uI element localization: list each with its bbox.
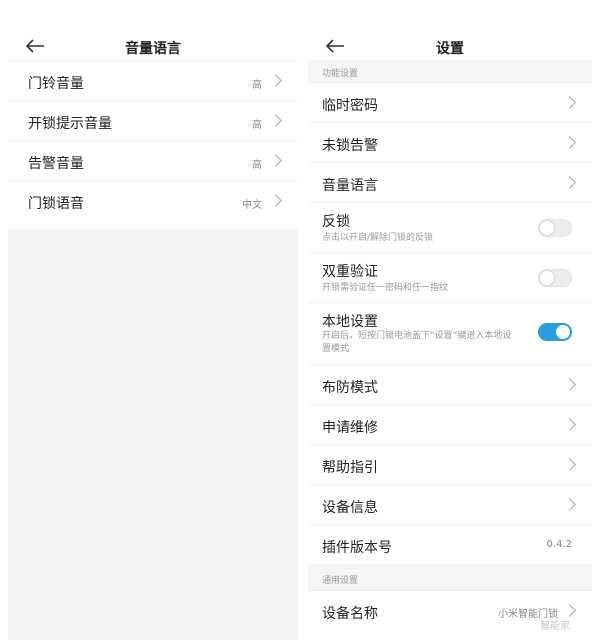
item-label: 开锁提示音量: [28, 116, 112, 132]
chevron-right-icon: [269, 154, 282, 167]
item-label: 申请维修: [322, 420, 378, 436]
item-value: 高: [252, 120, 262, 131]
chevron-right-icon: [563, 498, 576, 511]
item-label: 门铃音量: [28, 76, 84, 92]
header: 音量语言: [8, 0, 298, 60]
version-value: 0.4.2: [546, 539, 572, 550]
item-label: 本地设置: [322, 314, 378, 330]
item-label: 设备名称: [322, 606, 378, 622]
item-description: 开启后，短按门锁电池盖下“设置”键进入本地设置模式: [322, 331, 512, 354]
page-title: 音量语言: [125, 41, 181, 57]
chevron-right-icon: [269, 114, 282, 127]
section-label: 功能设置: [322, 69, 359, 79]
unlocked-alarm-item[interactable]: 未锁告警: [308, 122, 592, 162]
plugin-version-item: 插件版本号 0.4.2: [308, 524, 592, 564]
toggle-knob: [540, 271, 554, 285]
item-value: 高: [252, 160, 262, 171]
section-label: 通用设置: [322, 576, 359, 586]
anti-lock-item: 反锁 点击以开启/解除门锁的反锁: [308, 202, 592, 252]
item-label: 布防模式: [322, 380, 378, 396]
device-info-item[interactable]: 设备信息: [308, 484, 592, 524]
page-title: 设置: [436, 41, 464, 57]
section-header-function: 功能设置: [308, 60, 592, 82]
unlock-prompt-volume-item[interactable]: 开锁提示音量 高: [8, 100, 298, 140]
item-description: 开锁需验证任一密码和任一指纹: [322, 283, 449, 293]
item-description: 点击以开启/解除门锁的反锁: [322, 233, 434, 243]
item-label: 未锁告警: [322, 138, 378, 154]
item-label: 双重验证: [322, 264, 378, 280]
chevron-right-icon: [269, 74, 282, 87]
chevron-right-icon: [563, 176, 576, 189]
volume-language-screen: 音量语言 门铃音量 高 开锁提示音量 高 告警音量 高 门锁语音 中文: [8, 0, 298, 640]
local-settings-item: 本地设置 开启后，短按门锁电池盖下“设置”键进入本地设置模式: [308, 302, 592, 364]
repair-request-item[interactable]: 申请维修: [308, 404, 592, 444]
lock-voice-language-item[interactable]: 门锁语音 中文: [8, 180, 298, 220]
section-header-general: 通用设置: [308, 564, 592, 590]
chevron-right-icon: [563, 96, 576, 109]
item-label: 设备信息: [322, 500, 378, 516]
item-label: 门锁语音: [28, 196, 84, 212]
header: 设置: [308, 0, 592, 60]
chevron-right-icon: [269, 194, 282, 207]
screenshot-stage: 音量语言 门铃音量 高 开锁提示音量 高 告警音量 高 门锁语音 中文 设置 功…: [0, 0, 600, 640]
chevron-right-icon: [563, 136, 576, 149]
anti-lock-toggle[interactable]: [538, 219, 572, 237]
help-guide-item[interactable]: 帮助指引: [308, 444, 592, 484]
settings-screen: 设置 功能设置 临时密码 未锁告警 音量语言 反锁 点击以开启/解除门锁的反锁 …: [308, 0, 592, 640]
empty-background: [8, 229, 298, 640]
temp-password-item[interactable]: 临时密码: [308, 82, 592, 122]
item-value: 高: [252, 80, 262, 91]
chevron-right-icon: [563, 418, 576, 431]
doorbell-volume-item[interactable]: 门铃音量 高: [8, 60, 298, 100]
watermark: 智能家: [540, 621, 570, 632]
item-label: 插件版本号: [322, 540, 392, 556]
chevron-right-icon: [563, 604, 576, 617]
dual-verify-item: 双重验证 开锁需验证任一密码和任一指纹: [308, 252, 592, 302]
arming-mode-item[interactable]: 布防模式: [308, 364, 592, 404]
item-label: 临时密码: [322, 98, 378, 114]
item-label: 告警音量: [28, 156, 84, 172]
toggle-knob: [540, 221, 554, 235]
toggle-knob: [556, 325, 570, 339]
dual-verify-toggle[interactable]: [538, 269, 572, 287]
volume-language-item[interactable]: 音量语言: [308, 162, 592, 202]
item-label: 帮助指引: [322, 460, 378, 476]
chevron-right-icon: [563, 458, 576, 471]
item-label: 音量语言: [322, 178, 378, 194]
local-settings-toggle[interactable]: [538, 323, 572, 341]
item-value: 中文: [242, 200, 262, 211]
item-label: 反锁: [322, 214, 350, 230]
chevron-right-icon: [563, 378, 576, 391]
alarm-volume-item[interactable]: 告警音量 高: [8, 140, 298, 180]
